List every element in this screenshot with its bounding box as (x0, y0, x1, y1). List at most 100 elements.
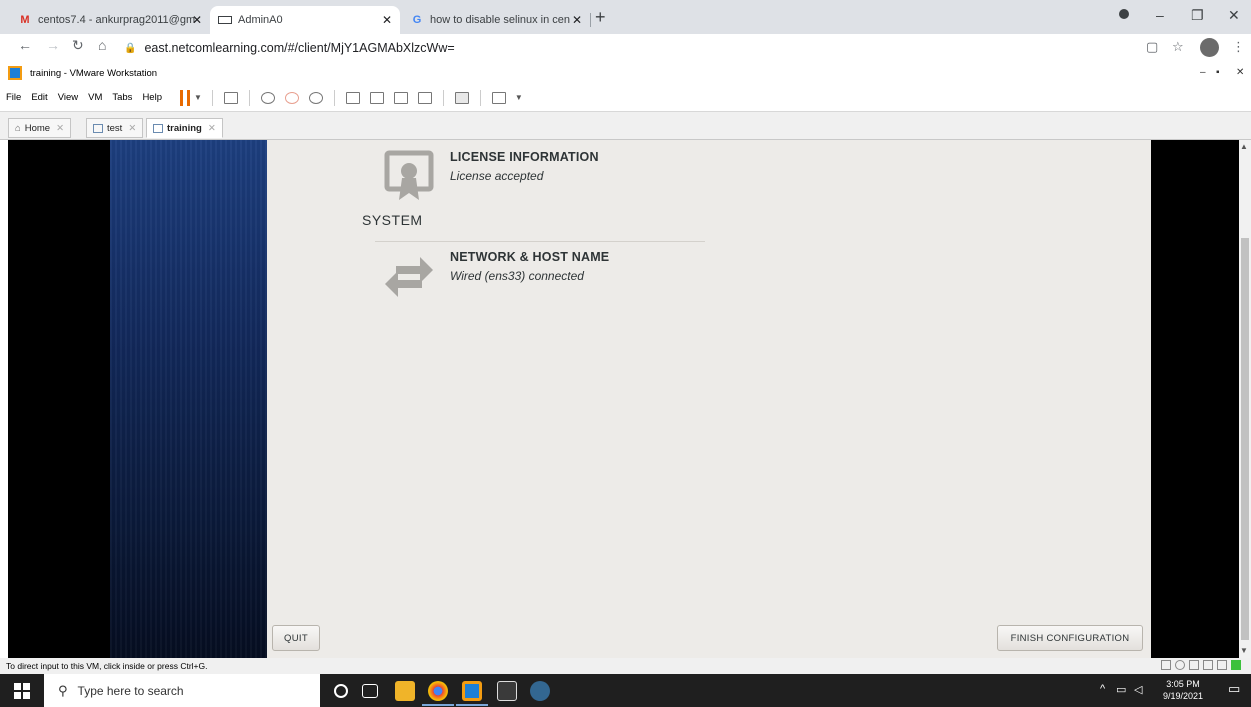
windows-start-icon[interactable] (14, 683, 30, 699)
message-log-icon[interactable] (1231, 660, 1241, 670)
clock-date: 9/19/2021 (1163, 691, 1204, 701)
revert-snapshot-icon[interactable] (284, 91, 299, 104)
license-title: LICENSE INFORMATION (450, 150, 599, 164)
postgresql-icon[interactable] (530, 681, 550, 701)
vm-icon (153, 123, 163, 133)
vm-scrollbar[interactable]: ▲ ▼ (1239, 140, 1251, 658)
scroll-thumb[interactable] (1241, 238, 1249, 640)
full-screen-icon[interactable] (393, 91, 408, 104)
profile-circle-icon[interactable] (1119, 9, 1129, 19)
menu-tabs[interactable]: Tabs (112, 92, 132, 103)
vm-tab-label: training (167, 122, 202, 134)
terminal-icon[interactable] (497, 681, 517, 701)
menu-file[interactable]: File (6, 92, 21, 103)
cd-rom-icon[interactable] (1175, 660, 1185, 670)
close-tab-icon[interactable]: ✕ (192, 13, 202, 27)
clipboard-icon[interactable]: ▢ (1146, 39, 1158, 55)
sound-card-icon[interactable] (1217, 660, 1227, 670)
thumbnail-bar-icon[interactable] (369, 91, 384, 104)
quit-button[interactable]: QUIT (272, 625, 320, 651)
file-explorer-icon[interactable] (395, 681, 415, 701)
toolbar-separator (248, 89, 250, 106)
vmware-status-bar: To direct input to this VM, click inside… (0, 658, 1251, 674)
close-tab-icon[interactable]: ✕ (128, 123, 136, 134)
vm-display-margin-right (1151, 140, 1239, 658)
stretch-guest-icon[interactable] (491, 91, 506, 104)
vmware-logo-icon (8, 66, 22, 80)
finish-configuration-button[interactable]: FINISH CONFIGURATION (997, 625, 1143, 651)
pause-icon[interactable] (179, 89, 190, 106)
browser-tab-google-search[interactable]: G how to disable selinux in centos ✕ (402, 6, 590, 34)
scroll-down-icon[interactable]: ▼ (1240, 646, 1248, 655)
browser-tab-strip: M centos7.4 - ankurprag2011@gm ✕ AdminA0… (0, 0, 1251, 34)
installer-hub[interactable]: LICENSE INFORMATION License accepted SYS… (267, 140, 1151, 658)
printer-icon[interactable] (1203, 660, 1213, 670)
scroll-up-icon[interactable]: ▲ (1240, 142, 1248, 151)
close-window-icon[interactable]: ✕ (1228, 7, 1240, 24)
system-clock[interactable]: 3:05 PM 9/19/2021 (1163, 678, 1203, 702)
snapshot-manager-icon[interactable] (308, 91, 323, 104)
toolbar-separator (479, 89, 481, 106)
menu-help[interactable]: Help (142, 92, 162, 103)
task-view-icon[interactable] (362, 684, 378, 698)
notifications-icon[interactable]: ▭ (1228, 681, 1240, 697)
show-library-icon[interactable] (345, 91, 360, 104)
back-arrow-icon[interactable]: ← (18, 37, 32, 53)
license-information-spoke[interactable]: LICENSE INFORMATION License accepted (384, 150, 599, 202)
tray-overflow-icon[interactable]: ^ (1100, 683, 1105, 695)
bookmark-star-icon[interactable]: ☆ (1172, 39, 1184, 55)
vm-tab-training[interactable]: training ✕ (146, 118, 223, 138)
browser-tab-admina0[interactable]: AdminA0 ✕ (210, 6, 400, 34)
profile-avatar[interactable] (1200, 38, 1219, 57)
network-tray-icon[interactable]: ▭ (1116, 683, 1126, 696)
snapshot-icon[interactable] (260, 91, 275, 104)
send-ctrl-alt-del-icon[interactable] (223, 91, 238, 104)
vmware-taskbar-icon[interactable] (462, 681, 482, 701)
volume-icon[interactable]: ◁ (1134, 683, 1142, 696)
address-bar[interactable]: 🔒 east.netcomlearning.com/#/client/MjY1A… (124, 36, 1134, 60)
cortana-icon[interactable] (334, 684, 348, 698)
close-tab-icon[interactable]: ✕ (382, 13, 392, 27)
menu-view[interactable]: View (58, 92, 78, 103)
license-certificate-icon (384, 150, 434, 200)
chrome-icon[interactable] (428, 681, 448, 701)
close-tab-icon[interactable]: ✕ (56, 123, 64, 134)
vm-close-icon[interactable]: ✕ (1236, 67, 1244, 78)
browser-menu-icon[interactable]: ⋮ (1232, 39, 1245, 55)
minimize-icon[interactable]: – (1156, 7, 1164, 23)
vm-tab-test[interactable]: test ✕ (86, 118, 144, 138)
close-tab-icon[interactable]: ✕ (208, 123, 216, 134)
vm-tab-home[interactable]: ⌂ Home ✕ (8, 118, 72, 138)
vm-minimize-icon[interactable]: – (1200, 67, 1206, 78)
google-icon: G (412, 14, 422, 26)
vm-icon (93, 123, 103, 133)
pause-dropdown-icon[interactable]: ▼ (194, 93, 202, 102)
stretch-dropdown-icon[interactable]: ▼ (515, 93, 523, 102)
remote-desktop-icon (218, 16, 232, 24)
vm-restore-icon[interactable]: ▪ (1216, 67, 1220, 78)
browser-toolbar: ← → ↻ ⌂ 🔒 east.netcomlearning.com/#/clie… (0, 34, 1251, 62)
new-tab-icon[interactable]: + (595, 8, 606, 26)
network-hostname-spoke[interactable]: NETWORK & HOST NAME Wired (ens33) connec… (384, 250, 609, 302)
active-app-indicator (422, 704, 454, 706)
forward-arrow-icon[interactable]: → (46, 37, 60, 53)
home-icon[interactable]: ⌂ (98, 37, 106, 53)
restore-icon[interactable]: ❐ (1191, 7, 1204, 24)
browser-tab-gmail[interactable]: M centos7.4 - ankurprag2011@gm ✕ (10, 6, 210, 34)
close-tab-icon[interactable]: ✕ (572, 13, 582, 27)
toolbar-separator (333, 89, 335, 106)
active-app-indicator (456, 704, 488, 706)
network-title: NETWORK & HOST NAME (450, 250, 610, 264)
menu-vm[interactable]: VM (88, 92, 102, 103)
menu-edit[interactable]: Edit (31, 92, 47, 103)
gmail-icon: M (20, 14, 30, 26)
hard-disk-icon[interactable] (1161, 660, 1171, 670)
unity-icon[interactable] (417, 91, 432, 104)
vm-status-text: To direct input to this VM, click inside… (6, 661, 208, 671)
taskbar-search-box[interactable]: ⚲ Type here to search (44, 674, 320, 707)
network-arrows-icon (385, 257, 433, 297)
license-status: License accepted (450, 169, 544, 183)
reload-icon[interactable]: ↻ (72, 37, 84, 54)
network-adapter-icon[interactable] (1189, 660, 1199, 670)
console-view-icon[interactable] (454, 91, 469, 104)
